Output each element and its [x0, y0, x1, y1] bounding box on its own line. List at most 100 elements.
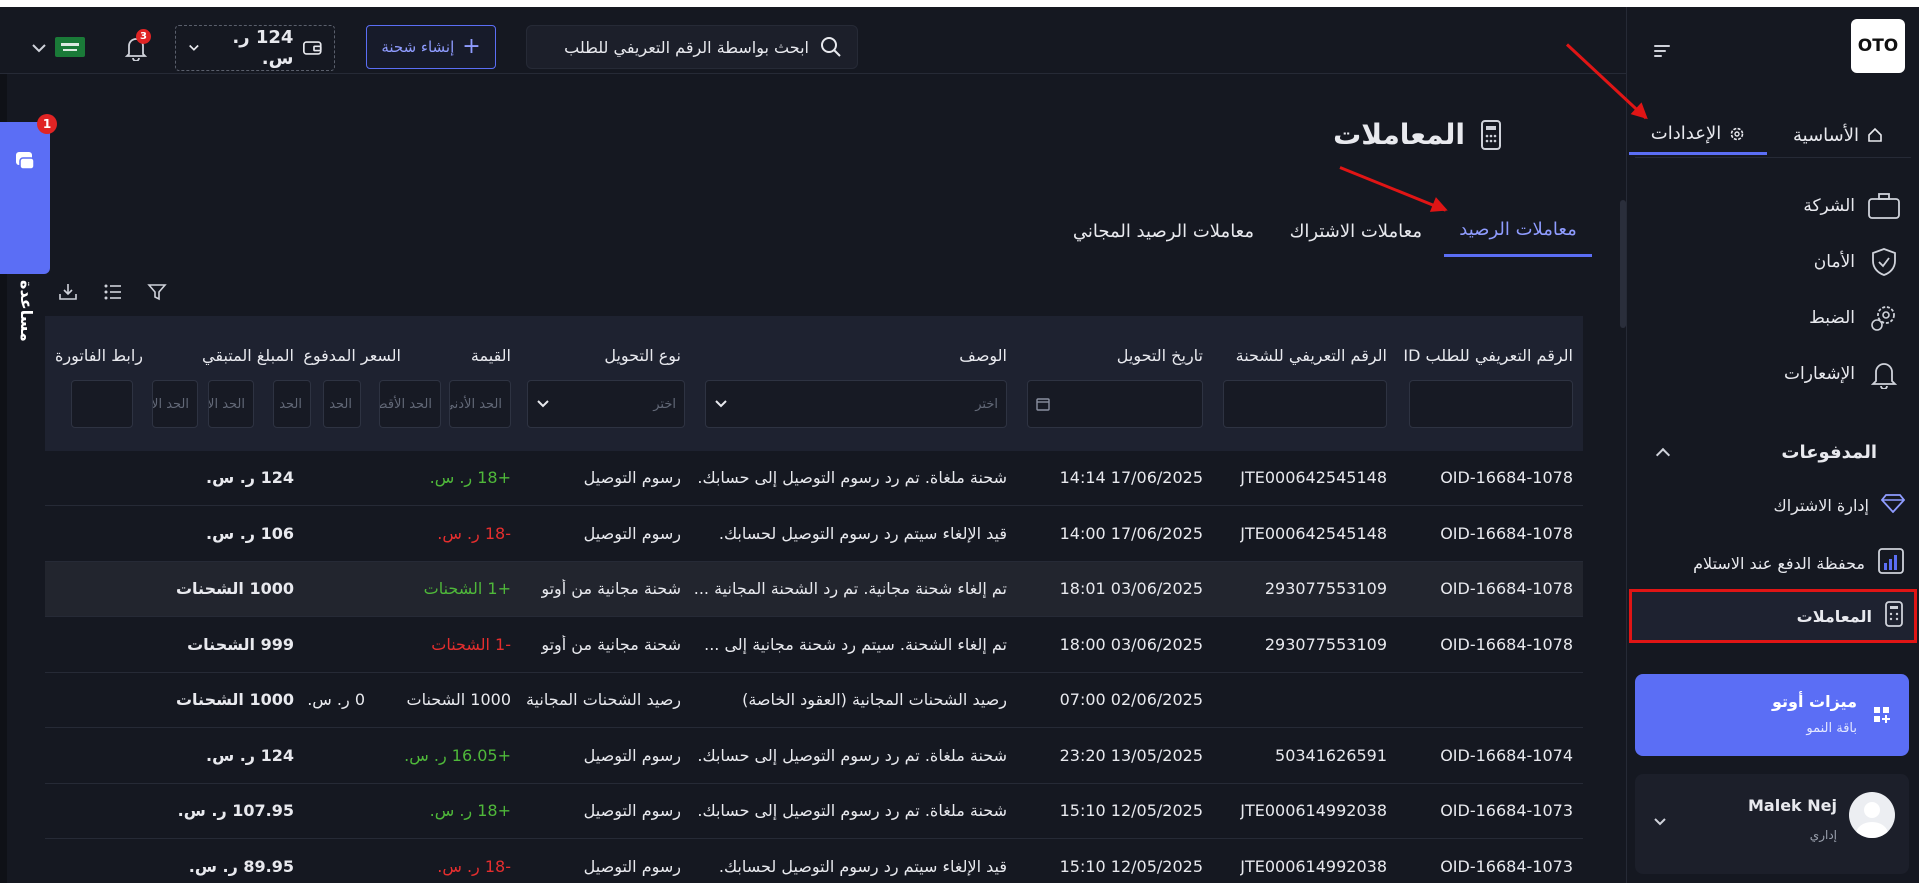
filter-remaining-min[interactable]: الحد الأدنى	[208, 380, 254, 428]
cell-remaining: 106 ر. س.	[206, 523, 294, 543]
sidebar-item-company[interactable]: الشركة	[1803, 189, 1901, 223]
sidebar-item-label: المعاملات	[1796, 606, 1872, 626]
table-row[interactable]: OID-16684-1073 JTE000614992038 12/05/2025 …	[45, 840, 1583, 883]
tab-main[interactable]: الأساسية	[1793, 115, 1883, 155]
max-placeholder: الحد الأقصى	[274, 396, 302, 412]
filter-icon[interactable]	[147, 283, 167, 301]
cell-remaining: 124 ر. س.	[206, 468, 294, 487]
search-input[interactable]: ابحث بواسطة الرقم التعريفي للطلب	[526, 25, 858, 69]
cell-order-id: OID-16684-1078	[1440, 523, 1573, 543]
filter-paid-max[interactable]: الحد الأقصى	[273, 380, 311, 428]
sidebar-item-label: محفظة الدفع عند الاستلام	[1693, 553, 1865, 573]
wallet-balance-dropdown[interactable]: 124 ر. س.	[175, 25, 335, 71]
cell-type: شحنة مجانية من أوتو	[541, 579, 681, 598]
menu-toggle-icon[interactable]	[1654, 45, 1672, 59]
table-row[interactable]: OID-16684-1078 JTE000642545148 17/06/2025 …	[45, 507, 1583, 562]
help-tab[interactable]: مساعدة	[0, 122, 50, 342]
sidebar-item-cod-wallet[interactable]: محفظة الدفع عند الاستلام	[1693, 547, 1905, 579]
language-chevron-down-icon[interactable]	[31, 42, 47, 54]
filter-value-min[interactable]: الحد الأدنى	[449, 380, 511, 428]
wallet-chart-icon	[1877, 547, 1905, 579]
calendar-icon	[1036, 398, 1050, 411]
table-row[interactable]: 02/06/2025 07:00 رصيد الشحنات المجانية (ا…	[45, 673, 1583, 728]
min-placeholder: الحد الأدنى	[208, 396, 245, 412]
header-type: نوع التحويل	[604, 346, 681, 365]
receipt-icon	[1884, 600, 1904, 632]
sidebar-item-subscription[interactable]: إدارة الاشتراك	[1774, 493, 1906, 517]
table-row[interactable]: OID-16684-1078 293077553109 03/06/2025 18:…	[45, 562, 1583, 617]
cell-remaining: 124 ر. س.	[206, 745, 294, 765]
sidebar: OTO الأساسية الإعدادات الشركة الأمان الض…	[1627, 7, 1919, 883]
header-remaining: المبلغ المتبقي	[202, 346, 294, 365]
cell-shipment-id: JTE000614992038	[1240, 801, 1387, 820]
chevron-up-icon[interactable]	[1655, 447, 1671, 463]
filter-type-select[interactable]: اختر	[527, 380, 685, 428]
table-row[interactable]: OID-16684-1073 JTE000614992038 12/05/2025 …	[45, 784, 1583, 839]
promo-subtitle: باقة النمو	[1806, 721, 1857, 736]
user-role: إداري	[1809, 828, 1837, 842]
list-columns-icon[interactable]	[103, 283, 123, 301]
sidebar-item-label: الضبط	[1809, 308, 1855, 328]
cell-date: 12/05/2025 15:10	[1059, 801, 1203, 820]
oto-features-card[interactable]: ميزات أوتو باقة النمو	[1635, 674, 1909, 756]
sidebar-item-notifications[interactable]: الإشعارات	[1784, 357, 1901, 391]
filter-remaining-max[interactable]: الحد الأقصى	[152, 380, 198, 428]
filter-shipment-id[interactable]	[1223, 380, 1387, 428]
cell-paid: 0 ر. س.	[307, 690, 365, 709]
tab-settings[interactable]: الإعدادات	[1629, 115, 1767, 155]
cell-date: 03/06/2025 18:00	[1059, 634, 1203, 654]
cell-type: رسوم التوصيل	[583, 468, 681, 487]
avatar	[1849, 792, 1895, 838]
filter-paid-min[interactable]: الحد الأدنى	[323, 380, 361, 428]
chat-help-icon	[16, 152, 35, 170]
cell-date: 03/06/2025 18:01	[1059, 579, 1203, 598]
cell-value: +1 الشحنات	[423, 579, 511, 598]
sidebar-item-label: الأمان	[1813, 252, 1855, 272]
cell-shipment-id: 50341626591	[1275, 745, 1387, 765]
wallet-balance: 124 ر. س.	[232, 27, 294, 69]
sidebar-item-configuration[interactable]: الضبط	[1809, 301, 1901, 335]
filter-order-id[interactable]	[1409, 380, 1573, 428]
user-profile-card[interactable]: Malek Nej إداري	[1635, 774, 1909, 874]
filter-date[interactable]	[1027, 380, 1203, 428]
chevron-down-icon[interactable]	[1653, 817, 1667, 827]
cell-value: +18 ر. س.	[429, 468, 511, 487]
table-row[interactable]: OID-16684-1078 JTE000642545148 17/06/2025 …	[45, 451, 1583, 506]
download-icon[interactable]	[58, 283, 78, 301]
cell-desc: شحنة ملغاة. تم رد رسوم التوصيل إلى حسابك…	[697, 745, 1007, 765]
cell-value: -1 الشحنات	[431, 634, 511, 654]
filter-description-select[interactable]: اختر	[705, 380, 1007, 428]
table-row[interactable]: OID-16684-1078 293077553109 03/06/2025 18:…	[45, 618, 1583, 673]
cell-remaining: 999 الشحنات	[187, 634, 294, 654]
cell-type: رسوم التوصيل	[583, 745, 681, 765]
cell-desc: قيد الإلغاء سيتم رد رسوم التوصيل لحسابك.	[718, 856, 1007, 876]
cell-type: رسوم التوصيل	[583, 523, 681, 543]
saudi-flag-icon[interactable]	[55, 37, 85, 57]
wallet-icon	[303, 41, 322, 55]
user-name: Malek Nej	[1748, 796, 1837, 815]
sidebar-item-security[interactable]: الأمان	[1814, 245, 1901, 279]
tab-balance-transactions[interactable]: معاملات الرصيد	[1444, 205, 1592, 257]
sidebar-item-transactions[interactable]: المعاملات	[1629, 589, 1917, 643]
header-description: الوصف	[959, 346, 1007, 365]
create-shipment-button[interactable]: + إنشاء شحنة	[366, 25, 496, 69]
cell-date: 02/06/2025 07:00	[1059, 690, 1203, 709]
notification-badge: 3	[136, 29, 151, 44]
header-paid: السعر المدفوع	[303, 346, 401, 365]
transactions-table: الرقم التعريفي للطلب ID الرقم التعريفي ل…	[45, 316, 1583, 883]
table-row[interactable]: OID-16684-1074 50341626591 13/05/2025 23:2…	[45, 729, 1583, 784]
filter-invoice[interactable]	[71, 380, 133, 428]
filter-value-max[interactable]: الحد الأقصى	[379, 380, 441, 428]
payments-section-title: المدفوعات	[1781, 442, 1877, 463]
cell-order-id: OID-16684-1073	[1440, 856, 1573, 876]
min-placeholder: الحد الأدنى	[324, 396, 352, 412]
cell-desc: تم إلغاء شحنة مجانية. تم رد الشحنة المجا…	[693, 579, 1007, 598]
tab-free-balance-transactions[interactable]: معاملات الرصيد المجاني	[1073, 205, 1254, 257]
notifications-button[interactable]: 3	[124, 29, 151, 62]
page-title: المعاملات	[1333, 118, 1503, 151]
window-top-edge	[0, 0, 1919, 7]
tab-subscription-transactions[interactable]: معاملات الاشتراك	[1290, 205, 1422, 257]
cell-desc: قيد الإلغاء سيتم رد رسوم التوصيل لحسابك.	[718, 523, 1007, 543]
cell-remaining: 89.95 ر. س.	[188, 856, 294, 876]
create-shipment-label: إنشاء شحنة	[381, 38, 455, 56]
